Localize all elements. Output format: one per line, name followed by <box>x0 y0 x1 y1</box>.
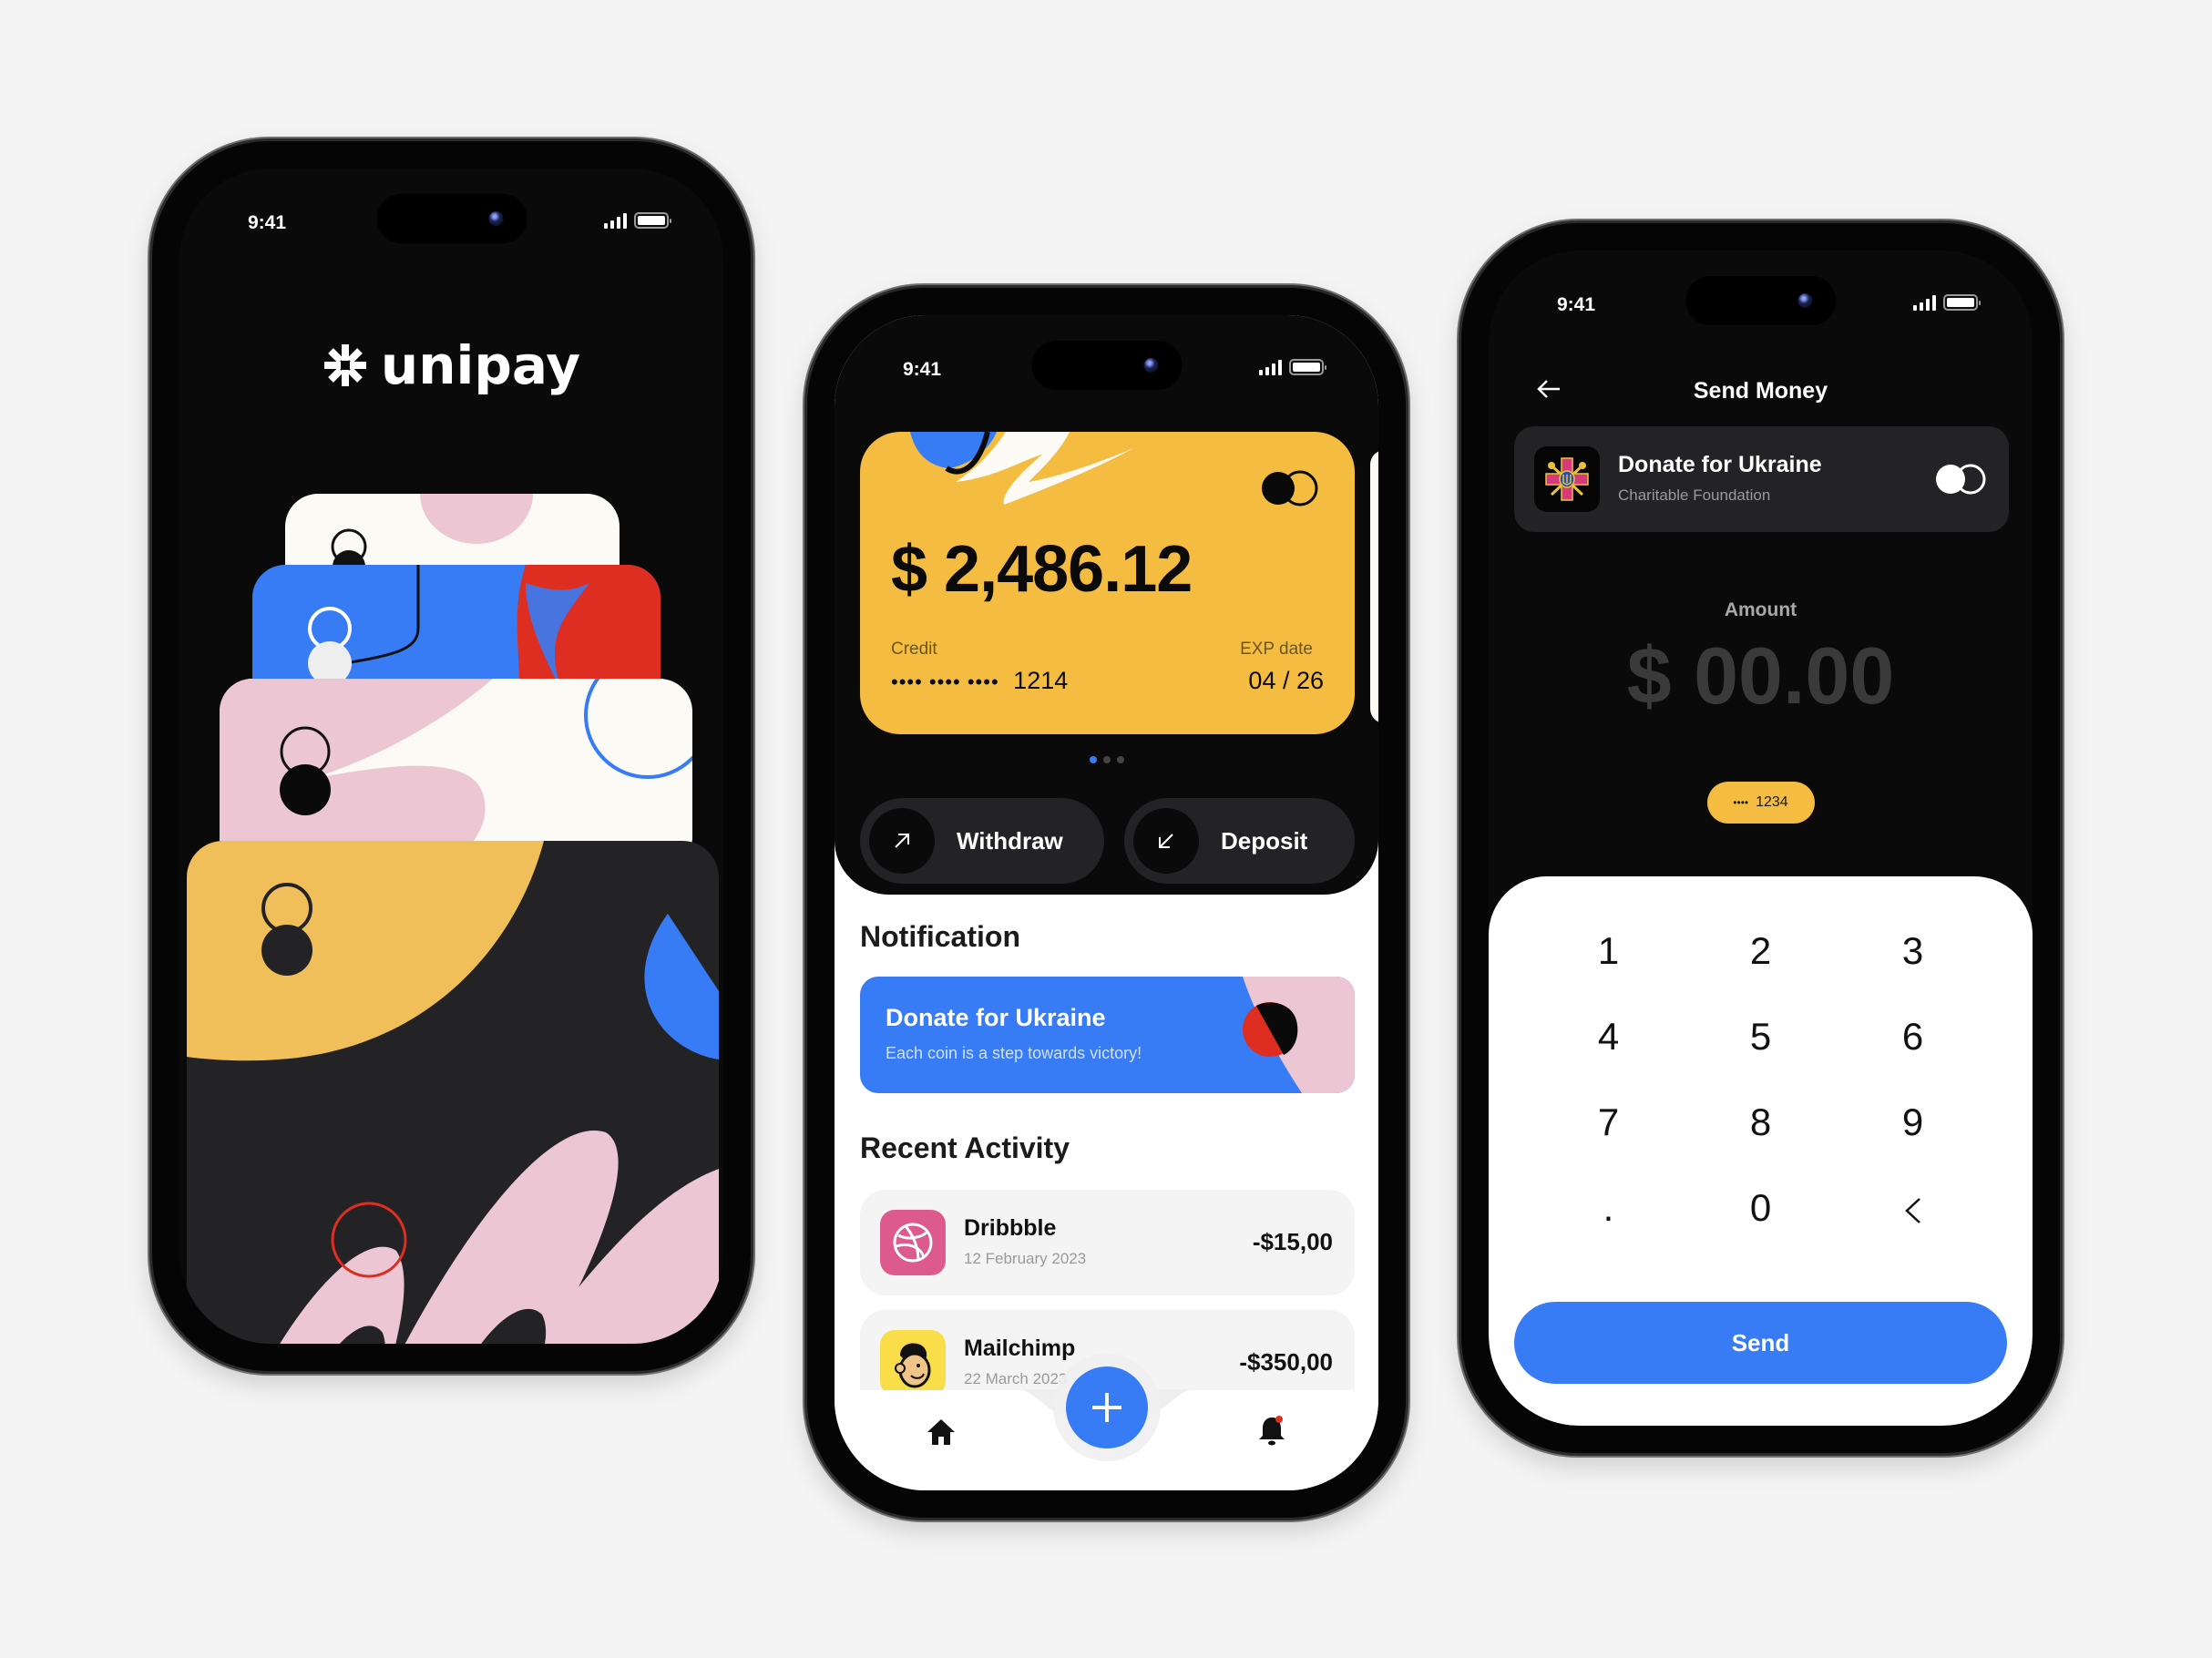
phone-splash: 9:41 unipay <box>152 141 751 1371</box>
key-3[interactable]: 3 <box>1837 931 1989 971</box>
key-5[interactable]: 5 <box>1685 1017 1837 1057</box>
status-time: 9:41 <box>903 359 942 380</box>
camera-icon <box>488 211 503 226</box>
signal-icon <box>1259 360 1282 375</box>
phone-home: 9:41 $ 2,486.12 Credit •••• •••• •••• 12… <box>807 288 1406 1518</box>
status-icons <box>1913 294 1981 311</box>
keypad-panel: 1 2 3 4 5 6 7 8 9 . 0 Send <box>1489 876 2033 1426</box>
page-dot-active[interactable] <box>1089 756 1097 763</box>
donate-notification-card[interactable]: Donate for Ukraine Each coin is a step t… <box>860 977 1355 1093</box>
signal-icon <box>1913 295 1936 311</box>
withdraw-label: Withdraw <box>957 826 1063 855</box>
card-number: •••• •••• •••• 1214 <box>891 667 1068 695</box>
camera-icon <box>1143 358 1158 373</box>
camera-icon <box>1797 293 1812 308</box>
splash-screen: 9:41 unipay <box>179 169 723 1344</box>
key-2[interactable]: 2 <box>1685 931 1837 971</box>
card-number-last: 1214 <box>1013 667 1069 694</box>
card-chip-last: 1234 <box>1756 794 1788 810</box>
dynamic-island <box>1685 276 1836 325</box>
key-decimal[interactable]: . <box>1532 1188 1685 1228</box>
backspace-key[interactable] <box>1837 1188 1989 1228</box>
card-pagination <box>1089 756 1124 763</box>
card-number-mask: •••• •••• •••• <box>891 670 999 693</box>
notification-artwork <box>1243 977 1355 1093</box>
dynamic-island <box>376 194 527 243</box>
next-card-peek[interactable] <box>1370 450 1378 723</box>
exp-label: EXP date <box>1240 640 1313 659</box>
notification-subtitle: Each coin is a step towards victory! <box>886 1044 1142 1062</box>
brand-logo: unipay <box>179 334 723 396</box>
exp-value: 04 / 26 <box>1248 667 1324 694</box>
recipient-subtitle: Charitable Foundation <box>1618 486 1771 504</box>
stack-card-dark <box>187 841 719 1344</box>
activity-amount: -$350,00 <box>1239 1348 1333 1376</box>
numeric-keypad: 1 2 3 4 5 6 7 8 9 . 0 <box>1489 931 2033 1228</box>
balance-amount: $ 2,486.12 <box>891 533 1193 606</box>
recipient-card[interactable]: Donate for Ukraine Charitable Foundation <box>1514 426 2009 532</box>
key-1[interactable]: 1 <box>1532 931 1685 971</box>
withdraw-button[interactable]: Withdraw <box>860 798 1104 884</box>
notification-badge <box>1275 1416 1283 1423</box>
activity-name: Mailchimp <box>964 1336 1076 1361</box>
deposit-label: Deposit <box>1221 826 1308 855</box>
brand-name: unipay <box>380 334 581 396</box>
bell-icon[interactable] <box>1256 1414 1287 1450</box>
activity-name: Dribbble <box>964 1215 1057 1241</box>
home-screen: 9:41 $ 2,486.12 Credit •••• •••• •••• 12… <box>835 315 1378 1490</box>
key-6[interactable]: 6 <box>1837 1017 1989 1057</box>
arrow-up-right-icon <box>869 808 935 874</box>
deposit-button[interactable]: Deposit <box>1124 798 1355 884</box>
notification-title: Donate for Ukraine <box>886 1004 1106 1031</box>
amount-input[interactable]: $ 00.00 <box>1489 629 2033 722</box>
activity-date: 22 March 2023 <box>964 1370 1068 1387</box>
battery-icon <box>1943 294 1981 311</box>
status-icons <box>1259 359 1326 375</box>
asterisk-logo-icon <box>323 344 366 386</box>
page-title: Send Money <box>1693 378 1828 404</box>
key-0[interactable]: 0 <box>1685 1188 1837 1228</box>
send-money-screen: 9:41 Send Money Donate for Ukraine Chari… <box>1489 251 2033 1426</box>
ukraine-armed-forces-emblem-icon <box>1534 446 1600 512</box>
battery-icon <box>634 212 671 229</box>
key-7[interactable]: 7 <box>1532 1102 1685 1142</box>
notification-heading: Notification <box>860 920 1020 953</box>
plus-icon <box>1091 1393 1121 1422</box>
activity-date: 12 February 2023 <box>964 1250 1087 1267</box>
selected-card-chip[interactable]: •••• 1234 <box>1706 782 1815 824</box>
status-time: 9:41 <box>248 212 287 233</box>
card-chip-mask: •••• <box>1733 796 1749 809</box>
key-8[interactable]: 8 <box>1685 1102 1837 1142</box>
card-type-label: Credit <box>891 640 937 659</box>
home-icon[interactable] <box>926 1417 957 1450</box>
arrow-down-left-icon <box>1133 808 1199 874</box>
activity-amount: -$15,00 <box>1252 1228 1333 1255</box>
chevron-left-icon <box>1904 1197 1920 1223</box>
key-4[interactable]: 4 <box>1532 1017 1685 1057</box>
balance-card[interactable]: $ 2,486.12 Credit •••• •••• •••• 1214 EX… <box>860 432 1355 734</box>
battery-icon <box>1289 359 1326 375</box>
card-network-logo-icon <box>1936 464 1986 495</box>
status-time: 9:41 <box>1557 294 1596 315</box>
activity-item[interactable]: Dribbble 12 February 2023 -$15,00 <box>860 1190 1355 1295</box>
phone-send-money: 9:41 Send Money Donate for Ukraine Chari… <box>1461 223 2060 1453</box>
status-icons <box>604 212 671 229</box>
key-9[interactable]: 9 <box>1837 1102 1989 1142</box>
recent-activity-heading: Recent Activity <box>860 1131 1070 1164</box>
page-dot[interactable] <box>1102 756 1111 763</box>
mailchimp-icon <box>880 1330 946 1396</box>
send-button[interactable]: Send <box>1514 1302 2007 1384</box>
add-button[interactable] <box>1065 1366 1148 1448</box>
dynamic-island <box>1031 341 1182 390</box>
recipient-name: Donate for Ukraine <box>1618 452 1822 477</box>
signal-icon <box>604 213 627 229</box>
page-dot[interactable] <box>1116 756 1124 763</box>
card-network-logo-icon <box>1262 470 1318 507</box>
dribbble-icon <box>880 1210 946 1275</box>
card-artwork <box>187 841 719 1344</box>
amount-label: Amount <box>1724 599 1797 620</box>
